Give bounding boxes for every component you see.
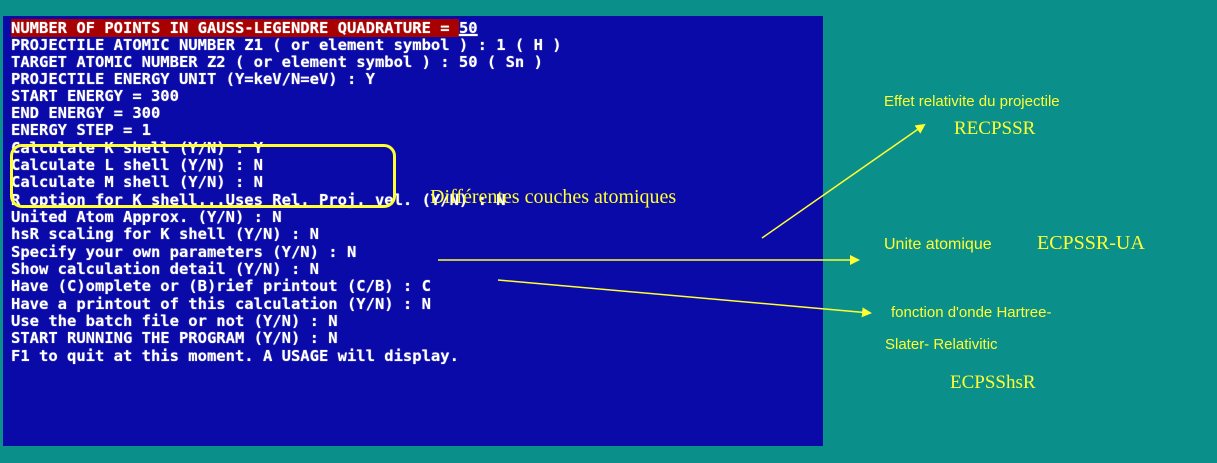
annotation-arrows [438,123,926,318]
arrow-to-ecpsshsr [497,279,872,318]
arrow-to-recpssr [761,123,926,239]
figure-frame: NUMBER OF POINTS IN GAUSS-LEGENDRE QUADR… [0,0,1217,463]
